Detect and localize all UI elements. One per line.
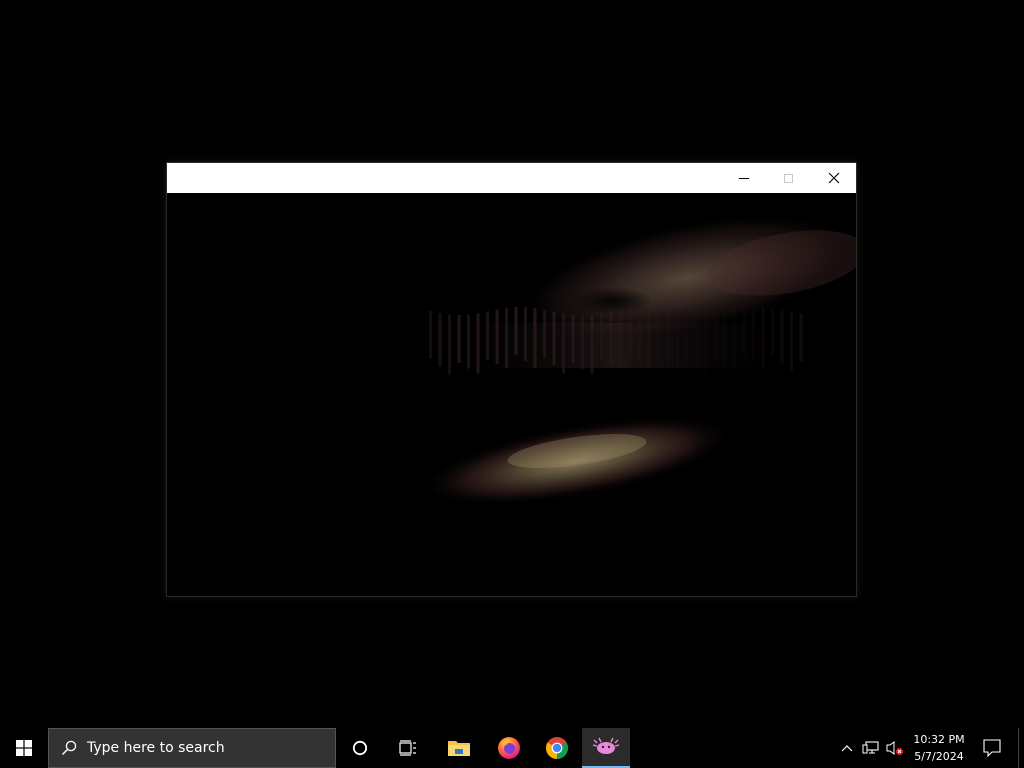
clock[interactable]: 10:32 PM 5/7/2024	[906, 728, 972, 768]
stripe	[448, 314, 451, 375]
stripe	[742, 308, 746, 357]
maximize-button[interactable]	[766, 163, 811, 193]
running-app-button[interactable]	[582, 728, 630, 768]
stripe	[590, 314, 594, 375]
stripe	[505, 307, 508, 368]
stripe	[761, 307, 765, 368]
stripe	[628, 307, 632, 356]
start-button[interactable]	[0, 728, 48, 768]
folder-icon	[448, 741, 470, 756]
stripe	[467, 314, 470, 369]
stripe	[790, 311, 793, 372]
show-hidden-icons-button[interactable]	[836, 728, 858, 768]
minimize-icon	[738, 177, 749, 179]
stripe	[676, 312, 679, 373]
title-bar[interactable]	[167, 163, 856, 193]
notification-icon	[983, 739, 1001, 757]
search-box[interactable]: Type here to search	[48, 728, 336, 768]
maximize-icon	[784, 173, 793, 183]
chrome-button[interactable]	[534, 728, 580, 768]
file-explorer-button[interactable]	[436, 728, 482, 768]
stripe	[486, 311, 489, 360]
stripe	[647, 307, 651, 368]
stripe	[638, 307, 641, 362]
network-monitor-icon	[862, 741, 879, 754]
stripe	[685, 314, 689, 363]
stripe	[476, 313, 480, 374]
app-window	[166, 162, 857, 597]
volume-button[interactable]	[884, 728, 906, 768]
stripe	[543, 309, 546, 358]
stripe	[723, 311, 727, 366]
stripe	[714, 313, 717, 362]
network-button[interactable]	[860, 728, 882, 768]
stripe	[495, 309, 499, 364]
render-viewport[interactable]	[167, 193, 856, 596]
stripe	[666, 310, 670, 365]
volume-muted-icon	[886, 741, 904, 756]
task-view-icon	[399, 740, 416, 756]
stripe	[552, 311, 556, 366]
show-desktop-button[interactable]	[1018, 728, 1024, 768]
close-icon	[828, 172, 839, 184]
stripe	[799, 313, 803, 362]
stripe	[600, 312, 603, 361]
chevron-up-icon	[841, 745, 853, 752]
pink-creature-icon	[593, 737, 619, 754]
close-button[interactable]	[811, 163, 856, 193]
windows-logo-icon	[16, 740, 32, 756]
stripe	[704, 314, 708, 375]
firefox-button[interactable]	[486, 728, 532, 768]
stripe	[733, 309, 736, 370]
stripe	[780, 309, 784, 364]
search-placeholder: Type here to search	[87, 740, 225, 756]
rendered-scene	[419, 213, 856, 507]
stripe	[457, 314, 461, 363]
minimize-button[interactable]	[721, 163, 766, 193]
stripe	[695, 314, 698, 369]
stripe	[514, 307, 518, 356]
stripe	[609, 310, 613, 365]
stripe	[581, 314, 584, 369]
stripe	[562, 313, 565, 374]
stripe	[438, 312, 442, 367]
action-center-button[interactable]	[972, 728, 1012, 768]
cortana-button[interactable]	[338, 728, 382, 768]
firefox-icon	[498, 737, 520, 759]
stripe	[657, 308, 660, 357]
desktop	[0, 0, 1024, 728]
stripe	[771, 307, 774, 356]
stripe	[533, 308, 537, 369]
stripe	[619, 308, 622, 369]
stripe	[429, 311, 432, 359]
stripe	[752, 307, 755, 362]
clock-time: 10:32 PM	[913, 733, 965, 746]
search-icon	[61, 740, 77, 756]
task-view-button[interactable]	[386, 728, 430, 768]
stripe	[524, 307, 527, 362]
cortana-circle-icon	[352, 740, 368, 756]
chrome-icon	[546, 737, 568, 759]
taskbar: Type here to search 10:32 PM 5/7/2024	[0, 728, 1024, 768]
stripe	[571, 314, 575, 363]
clock-date: 5/7/2024	[914, 750, 964, 763]
